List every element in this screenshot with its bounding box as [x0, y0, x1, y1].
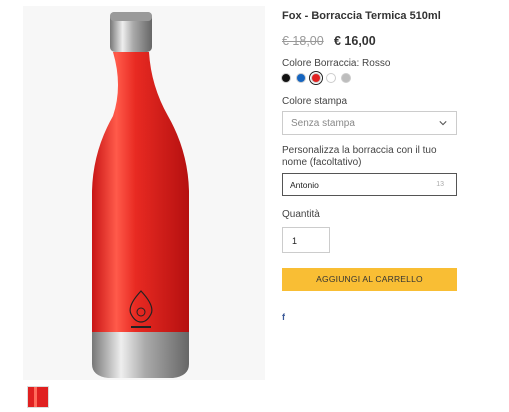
product-image[interactable]: [23, 6, 265, 380]
swatch-grey[interactable]: [341, 73, 351, 83]
quantity-input[interactable]: 1: [282, 227, 330, 253]
swatch-white[interactable]: [326, 73, 336, 83]
swatch-red[interactable]: [309, 71, 323, 85]
bottle-illustration: [92, 12, 189, 378]
print-color-select[interactable]: Senza stampa: [282, 111, 457, 135]
chevron-down-icon: [439, 121, 447, 126]
product-title: Fox - Borraccia Termica 510ml: [282, 10, 441, 22]
facebook-share-icon[interactable]: f: [282, 312, 285, 322]
print-color-label: Colore stampa: [282, 96, 348, 107]
product-thumbnail[interactable]: [27, 386, 49, 408]
swatch-blue[interactable]: [296, 73, 306, 83]
quantity-label: Quantità: [282, 209, 320, 220]
personalize-label: Personalizza la borraccia con il tuo nom…: [282, 145, 437, 168]
color-swatches: [281, 71, 351, 85]
price-old: € 18,00: [282, 34, 324, 48]
personalize-input[interactable]: Antonio 13: [282, 173, 457, 196]
add-to-cart-button[interactable]: AGGIUNGI AL CARRELLO: [282, 268, 457, 291]
personalize-value: Antonio: [290, 180, 319, 190]
character-count: 13: [436, 181, 444, 188]
price-new: € 16,00: [334, 34, 376, 48]
bottle-thumbnail-icon: [28, 387, 48, 407]
print-color-value: Senza stampa: [291, 118, 355, 129]
color-label: Colore Borraccia: Rosso: [282, 58, 391, 69]
swatch-black[interactable]: [281, 73, 291, 83]
